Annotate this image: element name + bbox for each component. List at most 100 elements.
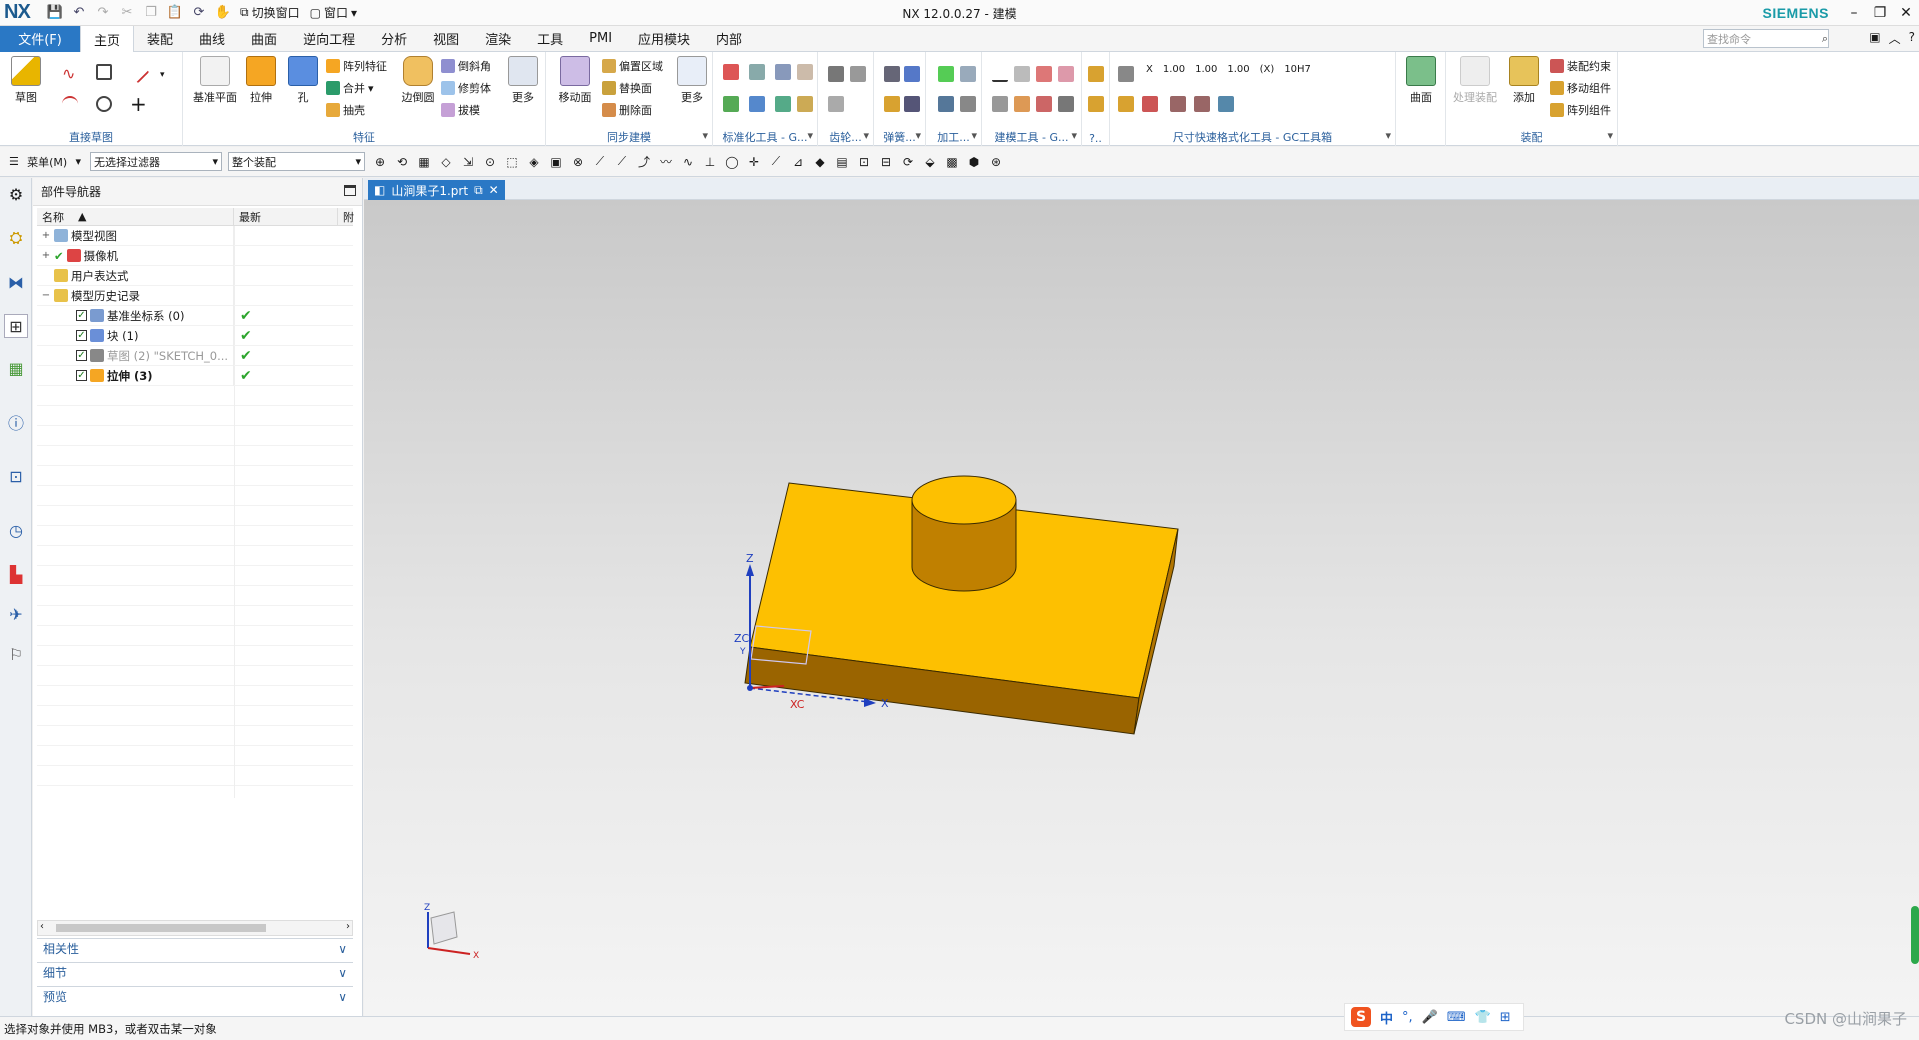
dim-tool-2-icon[interactable] <box>1118 96 1134 112</box>
tree-row[interactable]: ✓ 草图 (2) "SKETCH_0... ✔ <box>37 345 353 366</box>
visible-check-icon[interactable]: ✔ <box>54 249 64 263</box>
assembly-navigator-icon[interactable]: ⛭ <box>4 226 28 250</box>
more-sync-button[interactable]: 更多 <box>670 56 714 105</box>
selection-tool-icon[interactable]: ⊥ <box>701 153 719 171</box>
expand-toggle-icon[interactable]: − <box>41 290 51 301</box>
std-tool-6-icon[interactable] <box>749 96 765 112</box>
window-menu-button[interactable]: ▢ 窗口 ▾ <box>306 4 361 21</box>
selection-tool-icon[interactable]: ⬢ <box>965 153 983 171</box>
selection-tool-icon[interactable]: ⊗ <box>569 153 587 171</box>
hole-button[interactable]: 孔 <box>281 56 325 105</box>
section-preview[interactable]: 预览 ∨ <box>37 986 353 1006</box>
column-header-extra[interactable]: 附 <box>338 208 354 225</box>
paste-icon[interactable]: 📋 <box>164 2 186 24</box>
tab-2[interactable]: 曲线 <box>186 26 238 52</box>
roles-icon[interactable]: ⚐ <box>4 642 28 666</box>
selection-tool-icon[interactable]: ⇲ <box>459 153 477 171</box>
main-menu-button[interactable]: ☰ 菜单(M) ▾ <box>6 152 84 171</box>
graphics-viewport[interactable]: Z ZC Y X XC Z X <box>364 200 1919 1016</box>
delete-face-button[interactable]: 删除面 <box>602 102 652 118</box>
maximize-panel-icon[interactable] <box>344 185 356 196</box>
settings-gear-icon[interactable]: ⚙ <box>4 182 28 206</box>
toolbox-icon[interactable]: ⊞ <box>1500 1010 1511 1025</box>
move-component-button[interactable]: 移动组件 <box>1550 80 1611 96</box>
keyboard-icon[interactable]: ⌨ <box>1447 1010 1466 1025</box>
chevron-down-icon[interactable]: ▾ <box>1607 129 1613 142</box>
selection-tool-icon[interactable]: ◈ <box>525 153 543 171</box>
sogou-logo[interactable]: S <box>1351 1007 1371 1027</box>
undo-icon[interactable]: ↶ <box>68 2 90 24</box>
repeat-command-icon[interactable]: ⟳ <box>188 2 210 24</box>
profile-icon[interactable]: ∿ <box>62 64 78 83</box>
close-icon[interactable]: ✕ <box>489 183 499 197</box>
system-materials-icon[interactable]: ▙ <box>4 562 28 586</box>
chevron-down-icon[interactable]: ▾ <box>1385 129 1391 142</box>
gear-icon[interactable] <box>828 66 844 82</box>
std-tool-5-icon[interactable] <box>723 96 739 112</box>
selection-tool-icon[interactable]: ◆ <box>811 153 829 171</box>
section-details[interactable]: 细节 ∨ <box>37 962 353 982</box>
dim-format-button[interactable]: 1.00 <box>1163 64 1185 75</box>
selection-tool-icon[interactable]: ⊛ <box>987 153 1005 171</box>
tree-row[interactable]: + 模型视图 <box>37 225 353 246</box>
tab-7[interactable]: 渲染 <box>472 26 524 52</box>
selection-tool-icon[interactable]: ⊿ <box>789 153 807 171</box>
modeling-5-icon[interactable] <box>992 96 1008 112</box>
skin-icon[interactable]: 👕 <box>1475 1010 1491 1025</box>
shell-button[interactable]: 抽壳 <box>326 102 365 118</box>
dim-tool-icon[interactable] <box>1118 66 1134 82</box>
chevron-down-icon[interactable]: ▾ <box>807 129 813 142</box>
microphone-icon[interactable]: 🎤 <box>1422 1010 1438 1025</box>
tree-row[interactable]: 用户表达式 <box>37 265 353 286</box>
column-header-latest[interactable]: 最新 <box>234 208 338 225</box>
extra-2-icon[interactable] <box>1088 96 1104 112</box>
datum-plane-button[interactable]: 基准平面 <box>187 56 243 105</box>
extrude-button[interactable]: 拉伸 <box>239 56 283 105</box>
selection-tool-icon[interactable]: ▤ <box>833 153 851 171</box>
chevron-down-icon[interactable]: ▾ <box>702 129 708 142</box>
column-header-name[interactable]: 名称 ▲ <box>37 208 234 225</box>
sketch-button[interactable]: 草图 <box>4 56 48 105</box>
selection-tool-icon[interactable]: ▣ <box>547 153 565 171</box>
csys-origin[interactable] <box>747 685 753 691</box>
tab-4[interactable]: 逆向工程 <box>290 26 368 52</box>
modeling-4-icon[interactable] <box>1058 66 1074 82</box>
arc-icon[interactable] <box>62 96 78 112</box>
line-icon[interactable] <box>126 60 150 84</box>
cylinder-top-face[interactable] <box>911 475 1017 525</box>
spring-3-icon[interactable] <box>884 96 900 112</box>
chevron-down-icon[interactable]: ▾ <box>1071 129 1077 142</box>
tab-9[interactable]: PMI <box>576 26 625 52</box>
expand-toggle-icon[interactable]: + <box>41 230 51 241</box>
window-layout-icon[interactable]: ▣ <box>1869 30 1880 47</box>
suppress-checkbox[interactable]: ✓ <box>76 310 87 321</box>
tree-row[interactable]: ✓ 块 (1) ✔ <box>37 325 353 346</box>
tab-3[interactable]: 曲面 <box>238 26 290 52</box>
dim-tool-3-icon[interactable] <box>1142 96 1158 112</box>
move-face-button[interactable]: 移动面 <box>550 56 600 105</box>
pattern-component-button[interactable]: 阵列组件 <box>1550 102 1611 118</box>
replace-face-button[interactable]: 替换面 <box>602 80 652 96</box>
draft-button[interactable]: 拔模 <box>441 102 480 118</box>
tree-row[interactable]: + ✔ 摄像机 <box>37 245 353 266</box>
selection-tool-icon[interactable]: ◯ <box>723 153 741 171</box>
selection-tool-icon[interactable]: ⬚ <box>503 153 521 171</box>
selection-tool-icon[interactable]: ▩ <box>943 153 961 171</box>
tree-row[interactable]: − 模型历史记录 <box>37 285 353 306</box>
more-feature-button[interactable]: 更多 <box>501 56 545 105</box>
extra-1-icon[interactable] <box>1088 66 1104 82</box>
circle-icon[interactable] <box>96 96 112 112</box>
point-icon[interactable]: + <box>130 92 147 116</box>
selection-tool-icon[interactable]: ⟋ <box>613 153 631 171</box>
modeling-2-icon[interactable] <box>1014 66 1030 82</box>
web-browser-icon[interactable]: ⓘ <box>4 410 28 434</box>
more-sketch-icon[interactable]: ▾ <box>160 70 176 86</box>
surface-button[interactable]: 曲面 <box>1399 56 1443 105</box>
cut-icon[interactable]: ✂ <box>116 2 138 24</box>
selection-tool-icon[interactable]: ⟳ <box>899 153 917 171</box>
scroll-thumb[interactable] <box>56 924 266 932</box>
scroll-right-icon[interactable]: › <box>346 921 350 932</box>
process-studio-icon[interactable]: ✈ <box>4 602 28 626</box>
suppress-checkbox[interactable]: ✓ <box>76 350 87 361</box>
horizontal-scrollbar[interactable]: ‹ › <box>37 920 353 936</box>
